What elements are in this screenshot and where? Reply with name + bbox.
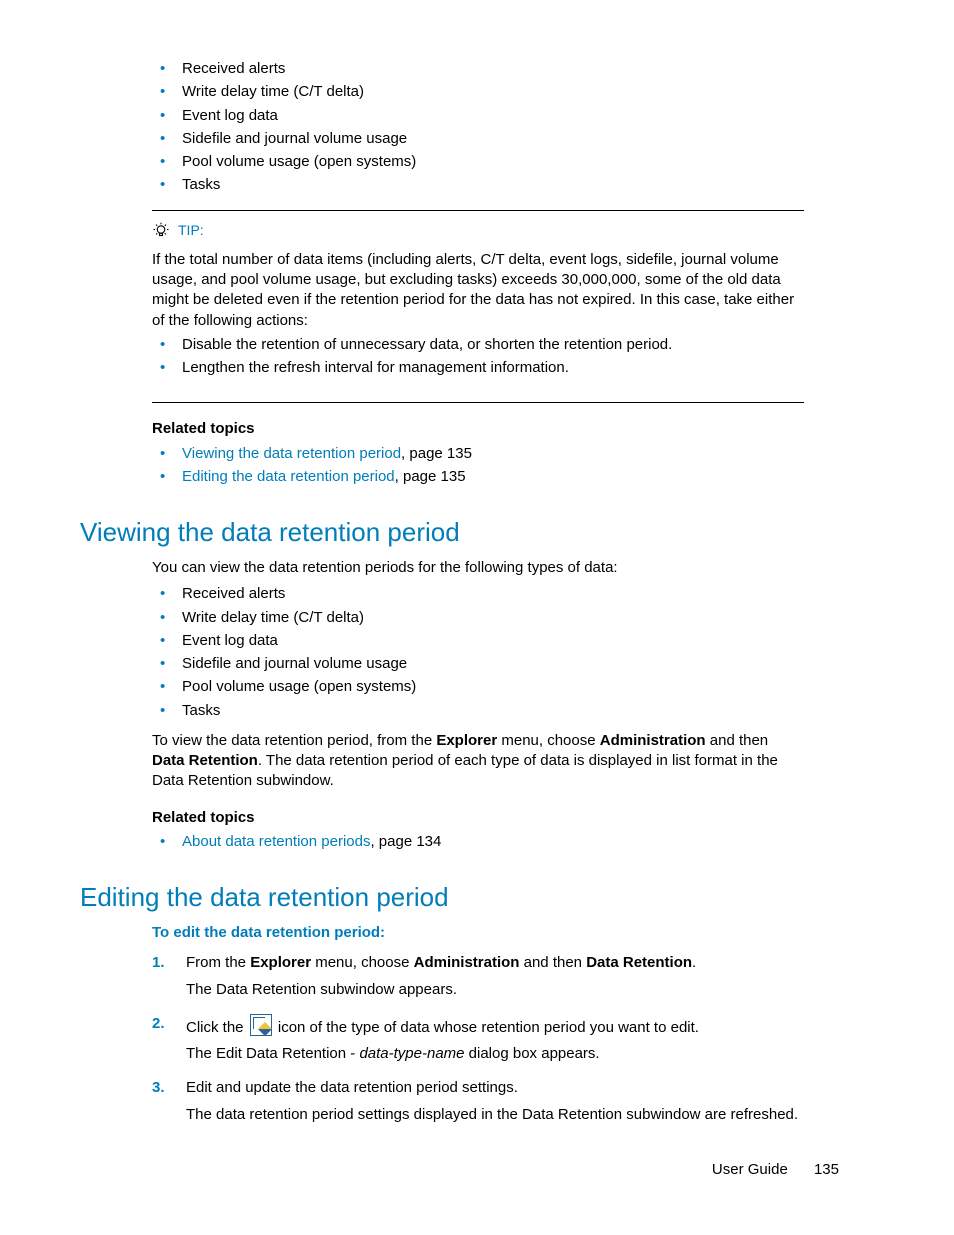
list-item-text: Write delay time (C/T delta)	[182, 83, 364, 100]
link-suffix: , page 134	[370, 833, 441, 850]
text: Edit and update the data retention perio…	[186, 1079, 518, 1096]
list-item: Event log data	[160, 631, 804, 651]
list-item: Editing the data retention period, page …	[160, 467, 804, 487]
list-item: Tasks	[160, 175, 804, 195]
text: menu, choose	[497, 732, 600, 749]
page-number: 135	[814, 1161, 839, 1178]
list-item-text: Pool volume usage (open systems)	[182, 678, 416, 695]
viewing-intro: You can view the data retention periods …	[152, 558, 804, 578]
intro-bullet-list: Received alerts Write delay time (C/T de…	[160, 59, 804, 196]
step-result: The Edit Data Retention - data-type-name…	[186, 1044, 804, 1064]
list-item: Pool volume usage (open systems)	[160, 677, 804, 697]
menu-explorer: Explorer	[436, 732, 497, 749]
tip-header: TIP:	[152, 221, 804, 246]
edit-icon	[250, 1014, 272, 1036]
tip-box: TIP: If the total number of data items (…	[152, 210, 804, 404]
related-topics-label: Related topics	[152, 419, 804, 439]
list-item-text: Received alerts	[182, 60, 285, 77]
list-item-text: Received alerts	[182, 585, 285, 602]
doc-title: User Guide	[712, 1161, 788, 1178]
tip-body: If the total number of data items (inclu…	[152, 250, 804, 379]
menu-data-retention: Data Retention	[152, 752, 258, 769]
list-item-text: Pool volume usage (open systems)	[182, 153, 416, 170]
text: menu, choose	[311, 954, 414, 971]
step-3: Edit and update the data retention perio…	[152, 1078, 804, 1125]
step-2: Click the icon of the type of data whose…	[152, 1014, 804, 1065]
procedure-title: To edit the data retention period:	[152, 923, 804, 943]
list-item: Viewing the data retention period, page …	[160, 444, 804, 464]
menu-administration: Administration	[600, 732, 706, 749]
step-1: From the Explorer menu, choose Administr…	[152, 953, 804, 1000]
text: To view the data retention period, from …	[152, 732, 436, 749]
list-item: Event log data	[160, 106, 804, 126]
lightbulb-icon	[152, 222, 172, 246]
menu-data-retention: Data Retention	[586, 954, 692, 971]
link-viewing-retention[interactable]: Viewing the data retention period	[182, 445, 401, 462]
list-item: About data retention periods, page 134	[160, 832, 804, 852]
related-topics-list: About data retention periods, page 134	[160, 832, 804, 852]
list-item: Received alerts	[160, 59, 804, 79]
procedure-steps: From the Explorer menu, choose Administr…	[152, 953, 804, 1125]
text: dialog box appears.	[465, 1045, 600, 1062]
text: and then	[706, 732, 769, 749]
menu-explorer: Explorer	[250, 954, 311, 971]
tip-label: TIP:	[178, 221, 204, 240]
placeholder-data-type-name: data-type-name	[359, 1045, 464, 1062]
list-item: Write delay time (C/T delta)	[160, 608, 804, 628]
text: From the	[186, 954, 250, 971]
link-editing-retention[interactable]: Editing the data retention period	[182, 468, 395, 485]
list-item: Sidefile and journal volume usage	[160, 129, 804, 149]
list-item-text: Write delay time (C/T delta)	[182, 609, 364, 626]
text: .	[692, 954, 696, 971]
list-item-text: Event log data	[182, 107, 278, 124]
list-item-text: Sidefile and journal volume usage	[182, 655, 407, 672]
link-suffix: , page 135	[401, 445, 472, 462]
list-item: Sidefile and journal volume usage	[160, 654, 804, 674]
list-item: Pool volume usage (open systems)	[160, 152, 804, 172]
text: and then	[519, 954, 586, 971]
text: icon of the type of data whose retention…	[274, 1019, 699, 1036]
text: The Edit Data Retention -	[186, 1045, 359, 1062]
related-topics-list: Viewing the data retention period, page …	[160, 444, 804, 488]
menu-administration: Administration	[414, 954, 520, 971]
list-item: Received alerts	[160, 584, 804, 604]
list-item-text: Sidefile and journal volume usage	[182, 130, 407, 147]
viewing-instruction: To view the data retention period, from …	[152, 731, 804, 792]
list-item: Disable the retention of unnecessary dat…	[160, 335, 804, 355]
list-item: Write delay time (C/T delta)	[160, 82, 804, 102]
heading-editing: Editing the data retention period	[80, 880, 804, 915]
step-result: The Data Retention subwindow appears.	[186, 980, 804, 1000]
step-result: The data retention period settings displ…	[186, 1105, 804, 1125]
page-footer: User Guide 135	[712, 1160, 839, 1180]
text: Click the	[186, 1019, 248, 1036]
list-item-text: Lengthen the refresh interval for manage…	[182, 359, 569, 376]
list-item: Lengthen the refresh interval for manage…	[160, 358, 804, 378]
list-item-text: Tasks	[182, 176, 220, 193]
page: Received alerts Write delay time (C/T de…	[0, 0, 954, 1235]
tip-text: If the total number of data items (inclu…	[152, 250, 804, 331]
viewing-bullet-list: Received alerts Write delay time (C/T de…	[160, 584, 804, 721]
list-item-text: Tasks	[182, 702, 220, 719]
list-item: Tasks	[160, 701, 804, 721]
tip-bullet-list: Disable the retention of unnecessary dat…	[160, 335, 804, 379]
list-item-text: Event log data	[182, 632, 278, 649]
related-topics-label: Related topics	[152, 808, 804, 828]
list-item-text: Disable the retention of unnecessary dat…	[182, 336, 672, 353]
link-about-retention[interactable]: About data retention periods	[182, 833, 370, 850]
heading-viewing: Viewing the data retention period	[80, 515, 804, 550]
link-suffix: , page 135	[395, 468, 466, 485]
